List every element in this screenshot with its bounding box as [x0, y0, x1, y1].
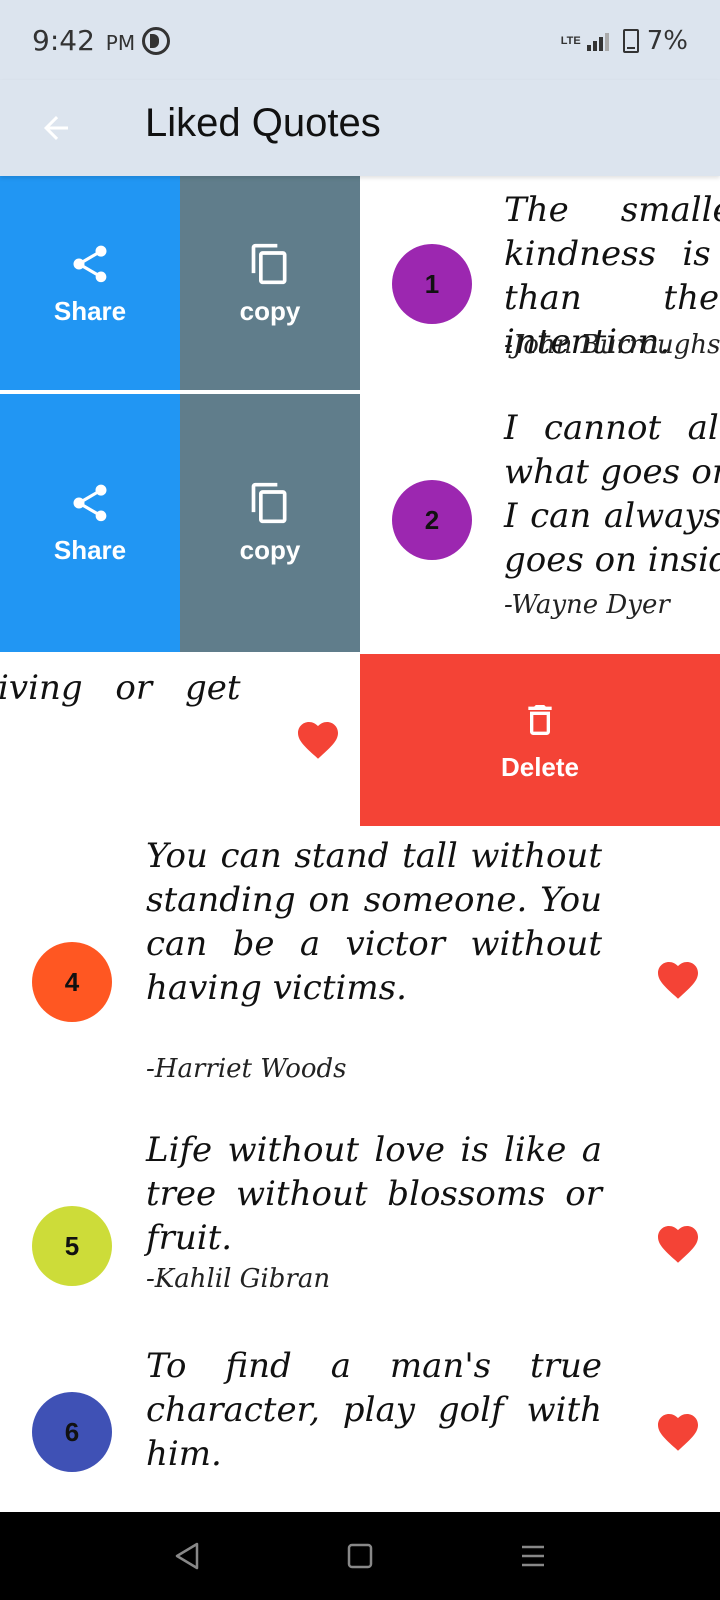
quote-text: To find a man's true character, play gol…	[146, 1346, 602, 1474]
share-button[interactable]: Share	[0, 394, 180, 652]
status-time: 9:42 PM	[32, 24, 135, 57]
share-icon	[73, 245, 107, 282]
quote-text: Life without love is like a tree without…	[146, 1130, 602, 1258]
quote-number-badge: 4	[32, 942, 112, 1022]
share-icon	[73, 484, 107, 521]
quote-card[interactable]: 2 I cannot always control what goes on o…	[360, 394, 720, 652]
heart-icon[interactable]	[652, 1220, 704, 1268]
copy-button[interactable]: copy	[180, 394, 360, 652]
delete-button[interactable]: Delete	[360, 654, 720, 826]
trash-icon	[528, 704, 552, 735]
quote-text: I cannot always control what goes on out…	[504, 408, 720, 580]
quote-author: -John Burroughs	[504, 330, 720, 360]
signal-icon	[586, 31, 609, 51]
quote-number-badge: 6	[32, 1392, 112, 1472]
list-item[interactable]: Share copy 2 I cannot always control wha…	[0, 394, 720, 652]
app-notification-icon	[142, 27, 170, 55]
status-time-ampm: PM	[105, 31, 136, 55]
battery-level: 7%	[646, 26, 688, 56]
menu-lines-icon[interactable]	[519, 1544, 547, 1568]
app-bar: Liked Quotes	[0, 80, 720, 176]
copy-label: copy	[239, 534, 301, 565]
list-item[interactable]: 5 Life without love is like a tree witho…	[0, 1126, 720, 1336]
network-type-label: LTE	[560, 35, 581, 47]
quote-number-badge: 5	[32, 1206, 112, 1286]
heart-icon[interactable]	[652, 956, 704, 1004]
battery-icon	[622, 29, 639, 53]
quote-text: iving or get	[0, 668, 241, 708]
share-label: Share	[53, 295, 127, 326]
system-navigation-bar	[0, 1512, 720, 1600]
page-title: Liked Quotes	[145, 101, 381, 145]
copy-label: copy	[239, 295, 301, 326]
list-item[interactable]: 6 To find a man's true character, play g…	[0, 1344, 720, 1512]
quote-number-badge: 2	[392, 480, 472, 560]
liked-quotes-list[interactable]: Share copy 1 The smallest act of kindnes…	[0, 176, 720, 1512]
back-button[interactable]	[24, 100, 88, 156]
delete-label: Delete	[500, 751, 580, 782]
list-item[interactable]: Share copy 1 The smallest act of kindnes…	[0, 176, 720, 392]
heart-icon[interactable]	[292, 716, 344, 764]
heart-icon[interactable]	[652, 1408, 704, 1456]
status-time-value: 9:42	[32, 24, 95, 57]
back-triangle-icon[interactable]	[173, 1541, 201, 1571]
list-item[interactable]: iving or get Delete	[0, 654, 720, 826]
status-indicators: LTE 7%	[561, 26, 688, 56]
quote-author: -Kahlil Gibran	[146, 1264, 331, 1294]
copy-button[interactable]: copy	[180, 176, 360, 392]
list-item[interactable]: 4 You can stand tall without standing on…	[0, 826, 720, 1118]
quote-author: -Wayne Dyer	[504, 590, 670, 620]
quote-card[interactable]: 1 The smallest act of kindness is worth …	[360, 176, 720, 392]
quote-number-badge: 1	[392, 244, 472, 324]
home-square-icon[interactable]	[347, 1543, 373, 1569]
status-bar: 9:42 PM LTE 7%	[0, 0, 720, 80]
quote-author: -Harriet Woods	[146, 1054, 347, 1084]
copy-icon	[251, 243, 287, 284]
share-button[interactable]: Share	[0, 176, 180, 392]
arrow-back-icon	[44, 116, 68, 140]
copy-icon	[251, 482, 287, 523]
quote-text: You can stand tall without standing on s…	[146, 836, 602, 1008]
quote-card[interactable]: iving or get	[0, 654, 360, 826]
share-label: Share	[53, 534, 127, 565]
